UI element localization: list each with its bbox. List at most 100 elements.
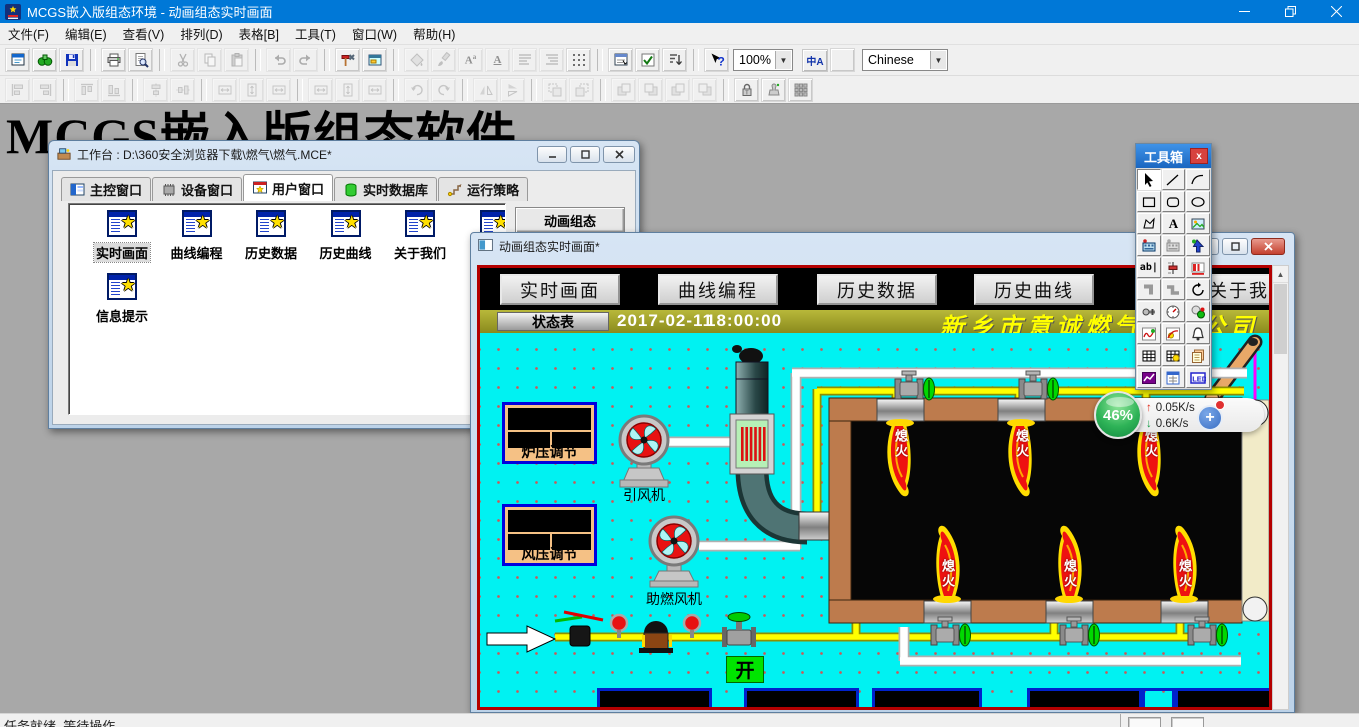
save-button[interactable] bbox=[59, 48, 84, 72]
tool-trend-chart[interactable] bbox=[1137, 367, 1161, 388]
nav-曲线编程-button[interactable]: 曲线编程 bbox=[658, 274, 778, 305]
tool-percent-fill[interactable] bbox=[1186, 257, 1210, 278]
tool-grid-table[interactable] bbox=[1137, 345, 1161, 366]
open-state-button[interactable]: 开 bbox=[726, 656, 764, 683]
center-v-button[interactable] bbox=[170, 78, 195, 102]
new-window-button[interactable] bbox=[5, 48, 30, 72]
fit-v-button[interactable] bbox=[335, 78, 360, 102]
fit-both-button[interactable] bbox=[362, 78, 387, 102]
window-item-历史曲线[interactable]: ★ 历史曲线 bbox=[313, 210, 379, 262]
brush-button[interactable] bbox=[431, 48, 456, 72]
tool-panel[interactable] bbox=[1137, 235, 1161, 256]
tool-realtime-curve[interactable] bbox=[1137, 323, 1161, 344]
bring-forward-button[interactable] bbox=[665, 78, 690, 102]
induced-draft-fan[interactable] bbox=[620, 416, 668, 487]
align-para-button[interactable] bbox=[512, 48, 537, 72]
tool-meter-dial[interactable] bbox=[1162, 301, 1186, 322]
workbench-restore-button[interactable] bbox=[570, 146, 600, 163]
toolbox-close-button[interactable]: x bbox=[1190, 148, 1208, 164]
context-help-button[interactable]: ? bbox=[704, 48, 729, 72]
rotate-left-button[interactable] bbox=[404, 78, 429, 102]
tool-report-form[interactable] bbox=[1162, 367, 1186, 388]
combo-arrow-icon[interactable]: ▼ bbox=[775, 51, 791, 69]
open-project-button[interactable] bbox=[32, 48, 57, 72]
menu-item-0[interactable]: 文件(F) bbox=[0, 21, 57, 46]
anim-close-button[interactable] bbox=[1251, 238, 1285, 255]
align-bottom-button[interactable] bbox=[101, 78, 126, 102]
tool-rect[interactable] bbox=[1137, 191, 1161, 212]
text-style-button[interactable]: A bbox=[485, 48, 510, 72]
window-item-信息提示[interactable]: ★ 信息提示 bbox=[89, 273, 155, 325]
print-button[interactable] bbox=[101, 48, 126, 72]
send-back-button[interactable] bbox=[638, 78, 663, 102]
align-left-button[interactable] bbox=[5, 78, 30, 102]
grid-dots-button[interactable] bbox=[566, 48, 591, 72]
menu-item-1[interactable]: 编辑(E) bbox=[57, 21, 115, 46]
tool-ellipse[interactable] bbox=[1186, 191, 1210, 212]
menu-item-2[interactable]: 查看(V) bbox=[115, 21, 173, 46]
same-height-button[interactable] bbox=[239, 78, 264, 102]
tool-alarm-bell[interactable] bbox=[1186, 323, 1210, 344]
send-backward-button[interactable] bbox=[692, 78, 717, 102]
flip-v-button[interactable] bbox=[500, 78, 525, 102]
toolbox-titlebar[interactable]: 工具箱 x bbox=[1136, 144, 1211, 168]
tool-text[interactable]: A bbox=[1162, 213, 1186, 234]
tool-input-box[interactable]: ab| bbox=[1137, 257, 1161, 278]
display-panel-3[interactable] bbox=[1027, 688, 1142, 707]
rotate-right-button[interactable] bbox=[431, 78, 456, 102]
font-size-button[interactable]: Aa bbox=[458, 48, 483, 72]
fill-color-button[interactable] bbox=[404, 48, 429, 72]
tool-rounded-rect[interactable] bbox=[1162, 191, 1186, 212]
confirm-check-button[interactable] bbox=[635, 48, 660, 72]
bring-front-button[interactable] bbox=[611, 78, 636, 102]
copy-button[interactable] bbox=[197, 48, 222, 72]
display-panel-0[interactable] bbox=[597, 688, 712, 707]
print-preview-button[interactable] bbox=[128, 48, 153, 72]
undo-button[interactable] bbox=[266, 48, 291, 72]
cut-button[interactable] bbox=[170, 48, 195, 72]
menu-item-5[interactable]: 工具(T) bbox=[287, 21, 344, 46]
workbench-minimize-button[interactable] bbox=[537, 146, 567, 163]
restore-button[interactable] bbox=[1267, 0, 1313, 23]
fit-h-button[interactable] bbox=[308, 78, 333, 102]
tool-indicator-lamp[interactable] bbox=[1186, 301, 1210, 322]
anim-restore-button[interactable] bbox=[1222, 238, 1248, 255]
tab-实时数据库[interactable]: 实时数据库 bbox=[334, 177, 437, 201]
menu-item-6[interactable]: 窗口(W) bbox=[344, 21, 405, 46]
stamp-button[interactable] bbox=[761, 78, 786, 102]
ungroup-button[interactable] bbox=[569, 78, 594, 102]
display-panel-2[interactable] bbox=[872, 688, 982, 707]
menu-item-4[interactable]: 表格[B] bbox=[231, 21, 287, 46]
close-button[interactable] bbox=[1313, 0, 1359, 23]
workbench-close-button[interactable] bbox=[603, 146, 635, 163]
zoom-combobox[interactable]: 100%▼ bbox=[733, 49, 793, 71]
display-panel-1[interactable] bbox=[744, 688, 859, 707]
center-h-button[interactable] bbox=[143, 78, 168, 102]
nav-历史数据-button[interactable]: 历史数据 bbox=[817, 274, 937, 305]
menu-item-7[interactable]: 帮助(H) bbox=[405, 21, 463, 46]
combo-arrow-icon[interactable]: ▼ bbox=[930, 51, 946, 69]
tool-archive-files[interactable] bbox=[1186, 345, 1210, 366]
align-top-button[interactable] bbox=[74, 78, 99, 102]
nav-历史曲线-button[interactable]: 历史曲线 bbox=[974, 274, 1094, 305]
combustion-fan[interactable] bbox=[650, 517, 698, 587]
same-width-button[interactable] bbox=[212, 78, 237, 102]
tool-elbow-pipe[interactable] bbox=[1162, 279, 1186, 300]
tools-button[interactable] bbox=[335, 48, 360, 72]
speedball[interactable]: 46% bbox=[1094, 391, 1142, 439]
paste-button[interactable] bbox=[224, 48, 249, 72]
furnace-pressure-panel[interactable]: 炉压调节 bbox=[502, 402, 597, 464]
tool-rotate-dial[interactable] bbox=[1186, 279, 1210, 300]
user-window-list[interactable]: ★ 实时画面 ★ 曲线编程 ★ 历史数据 ★ 历史曲线 ★ 关于我们 ★ ★ 信… bbox=[68, 203, 506, 415]
tool-led-display[interactable]: LED bbox=[1186, 367, 1210, 388]
scroll-up-icon[interactable]: ▲ bbox=[1273, 266, 1288, 283]
tool-arc[interactable] bbox=[1186, 169, 1210, 190]
tool-select[interactable] bbox=[1137, 169, 1161, 190]
tool-history-table[interactable] bbox=[1162, 345, 1186, 366]
redo-button[interactable] bbox=[293, 48, 318, 72]
tool-pipe-fitting[interactable] bbox=[1137, 301, 1161, 322]
blank-button[interactable] bbox=[830, 48, 855, 72]
tool-line[interactable] bbox=[1162, 169, 1186, 190]
display-panel-5[interactable] bbox=[1175, 688, 1269, 707]
lock-button[interactable]: T bbox=[734, 78, 759, 102]
